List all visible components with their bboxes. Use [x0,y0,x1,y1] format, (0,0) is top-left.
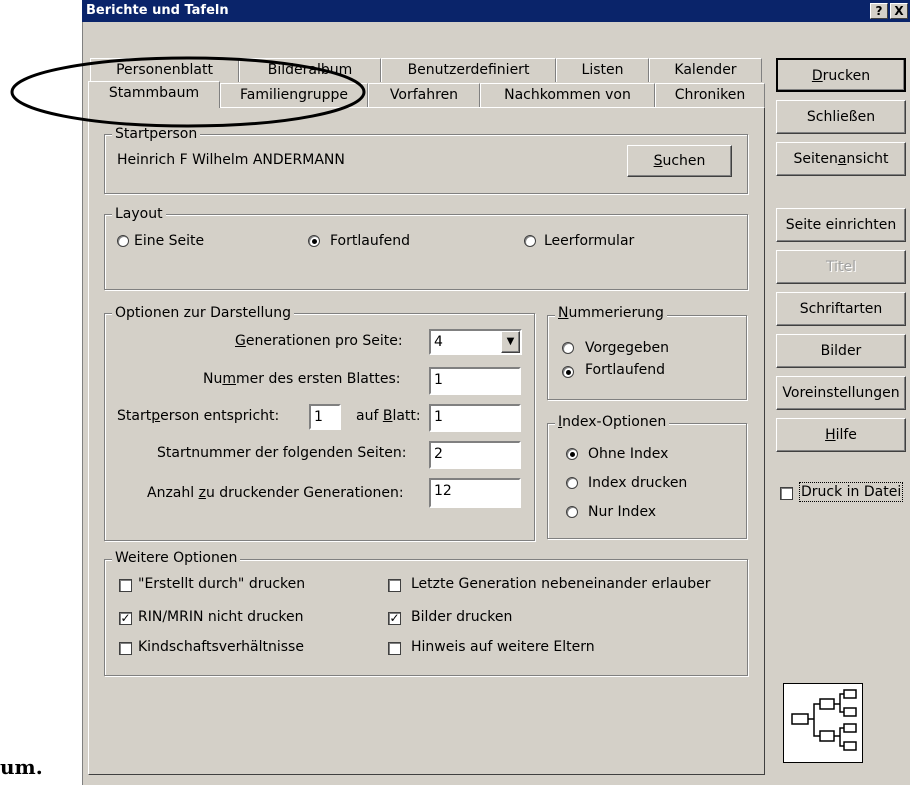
bilder-button[interactable]: Bilder [776,334,906,368]
startperson-entspricht-input[interactable]: 1 [309,404,341,430]
check-erstellt-durch[interactable] [119,579,132,592]
fortlaufend-label: Fortlaufend [330,233,411,249]
erstes-blatt-label: Nummer des ersten Blattes: [203,371,401,387]
letzte-generation-label: Letzte Generation nebeneinander erlauber [411,576,711,592]
index-drucken-label: Index drucken [588,475,688,491]
tab-vorfahren[interactable]: Vorfahren [368,83,480,107]
radio-fortlaufend[interactable] [308,235,320,247]
kindschaft-label: Kindschaftsverhältnisse [138,639,304,655]
erstellt-durch-label: "Erstellt durch" drucken [138,576,306,592]
seitenansicht-button[interactable]: Seitenansicht [776,142,906,176]
darstellung-group-label: Optionen zur Darstellung [112,305,295,321]
startperson-name: Heinrich F Wilhelm ANDERMANN [117,152,345,168]
hinweis-eltern-label: Hinweis auf weitere Eltern [411,639,595,655]
schliessen-button[interactable]: Schließen [776,100,906,134]
check-druck-in-datei[interactable] [780,487,793,500]
startnummer-input[interactable]: 2 [429,441,521,469]
leerformular-label: Leerformular [544,233,635,249]
bilder-drucken-label: Bilder drucken [411,609,513,625]
nur-index-label: Nur Index [588,504,657,520]
caption-fragment: um. [0,755,43,779]
suchen-button[interactable]: Suchen [627,145,732,177]
tab-nachkommen-von[interactable]: Nachkommen von [480,83,655,107]
window-title: Berichte und Tafeln [86,3,229,18]
ohne-index-label: Ohne Index [588,446,669,462]
drucken-button[interactable]: Drucken [776,58,906,92]
radio-nur-index[interactable] [566,506,578,518]
annotation-oval [10,56,366,128]
druck-in-datei-label: Druck in Datei [799,482,904,502]
tab-listen[interactable]: Listen [556,58,649,82]
voreinstellungen-button[interactable]: Voreinstellungen [776,376,906,410]
vorgegeben-label: Vorgegeben [585,340,669,356]
generationen-label: Generationen pro Seite: [235,333,403,349]
weitere-group-label: Weitere Optionen [112,550,241,566]
nummerierung-group [547,315,747,400]
check-bilder-drucken[interactable]: ✓ [388,612,401,625]
hilfe-button[interactable]: Hilfe [776,418,906,452]
radio-eine-seite[interactable] [117,235,129,247]
nummerierung-fortlaufend-label: Fortlaufend [585,362,666,378]
seite-einrichten-button[interactable]: Seite einrichten [776,208,906,242]
titel-button[interactable]: Titel [776,250,906,284]
index-group-label: Index-Optionen [555,414,670,430]
check-rin-mrin[interactable]: ✓ [119,612,132,625]
title-bar: Berichte und Tafeln [82,0,910,22]
auf-blatt-input[interactable]: 1 [429,404,521,432]
check-letzte-generation[interactable] [388,579,401,592]
chevron-down-icon[interactable]: ▼ [501,331,520,353]
anzahl-label: Anzahl zu druckender Generationen: [147,485,404,501]
startnummer-label: Startnummer der folgenden Seiten: [157,445,407,461]
layout-group [104,214,748,290]
check-kindschaft[interactable] [119,642,132,655]
auf-blatt-label: auf Blatt: [356,408,421,424]
radio-nummerierung-fortlaufend[interactable] [562,366,574,378]
radio-index-drucken[interactable] [566,477,578,489]
radio-ohne-index[interactable] [566,448,578,460]
check-hinweis-eltern[interactable] [388,642,401,655]
nummerierung-group-label: Nummerierung [555,305,667,321]
startperson-entspricht-label: Startperson entspricht: [117,408,280,424]
layout-group-label: Layout [112,206,166,222]
tab-kalender[interactable]: Kalender [649,58,762,82]
radio-vorgegeben[interactable] [562,342,574,354]
eine-seite-label: Eine Seite [134,233,205,249]
radio-leerformular[interactable] [524,235,536,247]
rin-mrin-label: RIN/MRIN nicht drucken [138,609,304,625]
tab-benutzerdefiniert[interactable]: Benutzerdefiniert [381,58,556,82]
pedigree-chart-icon [783,683,863,763]
close-title-button[interactable]: X [890,3,908,19]
erstes-blatt-input[interactable]: 1 [429,367,521,395]
tab-chroniken[interactable]: Chroniken [655,83,765,107]
help-title-button[interactable]: ? [870,3,888,19]
schriftarten-button[interactable]: Schriftarten [776,292,906,326]
anzahl-input[interactable]: 12 [429,478,521,508]
